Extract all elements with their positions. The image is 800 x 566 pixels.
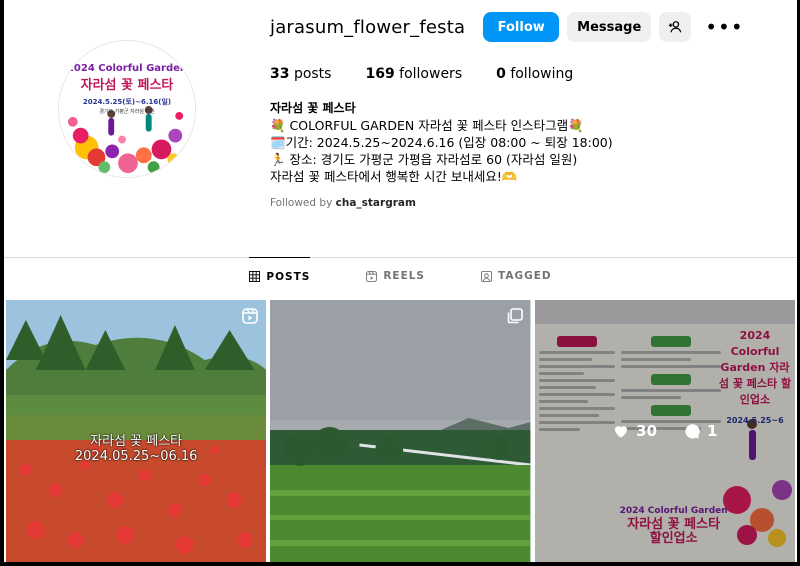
bio-line-4: 자라섬 꽃 페스타에서 행복한 시간 보내세요!🫶 xyxy=(270,169,518,184)
followers-count: 169 xyxy=(365,66,395,82)
comment-icon xyxy=(685,424,700,439)
tagged-icon xyxy=(481,270,492,282)
followed-by-user[interactable]: cha_stargram xyxy=(336,197,416,209)
avatar-title: 2024 Colorful Garden 자라섬 꽃 페스타 2024.5.25… xyxy=(59,63,195,115)
profile-avatar[interactable]: 2024 Colorful Garden 자라섬 꽃 페스타 2024.5.25… xyxy=(58,40,196,178)
tab-reels[interactable]: REELS xyxy=(366,262,425,290)
add-person-icon xyxy=(669,21,682,33)
post-engagement: 30 1 xyxy=(535,422,795,440)
followers-label: followers xyxy=(399,66,463,82)
avatar-line-2: 자라섬 꽃 페스타 xyxy=(80,78,174,93)
bio-line-2: 🗓️기간: 2024.5.25~2024.6.16 (입장 08:00 ~ 퇴장… xyxy=(270,135,613,150)
message-button[interactable]: Message xyxy=(567,12,652,42)
tab-tagged[interactable]: TAGGED xyxy=(481,262,552,290)
tab-posts[interactable]: POSTS xyxy=(249,257,311,290)
post-overlay-text: 자라섬 꽃 페스타 2024.05.25~06.16 xyxy=(6,434,266,464)
carousel-icon xyxy=(507,308,523,324)
heart-icon xyxy=(615,426,628,438)
following-label: following xyxy=(510,66,574,82)
reels-icon xyxy=(366,270,378,282)
more-options-icon[interactable]: ••• xyxy=(705,17,743,37)
grid-icon xyxy=(249,271,261,282)
following-stat[interactable]: 0 following xyxy=(496,66,573,82)
post-tile[interactable]: 2024 Colorful Garden 자라섬 꽃 페스타 할인업소 2024… xyxy=(534,300,795,562)
posts-label: posts xyxy=(293,66,332,82)
avatar-line-3: 2024.5.25(토)~6.16(일) xyxy=(82,98,172,106)
likes-count: 30 xyxy=(636,422,658,440)
post-tile[interactable]: 자라섬 꽃 페스타 2024.05.25~06.16 xyxy=(6,300,267,562)
avatar-line-1: 2024 Colorful Garden xyxy=(66,63,188,74)
post-grid: 자라섬 꽃 페스타 2024.05.25~06.16 2024 Colorful… xyxy=(6,300,795,562)
followed-by[interactable]: Followed by cha_stargram xyxy=(270,197,787,209)
profile-info: jarasum_flower_festa Follow Message ••• … xyxy=(270,12,787,209)
profile-page: 2024 Colorful Garden 자라섬 꽃 페스타 2024.5.25… xyxy=(4,0,797,562)
posts-stat: 33 posts xyxy=(270,66,331,82)
profile-stats: 33 posts 169 followers 0 following xyxy=(270,66,787,82)
following-count: 0 xyxy=(496,66,506,82)
poppy-field-photo xyxy=(6,300,267,562)
followers-stat[interactable]: 169 followers xyxy=(365,66,462,82)
profile-bio: 자라섬 꽃 페스타 💐 COLORFUL GARDEN 자라섬 꽃 페스타 인스… xyxy=(270,100,787,185)
bio-line-3: 🏃 장소: 경기도 가평군 가평읍 자라섬로 60 (자라섬 일원) xyxy=(270,152,578,167)
bio-line-1: 💐 COLORFUL GARDEN 자라섬 꽃 페스타 인스타그램💐 xyxy=(270,118,584,133)
tab-reels-label: REELS xyxy=(383,270,425,282)
profile-header-row: jarasum_flower_festa Follow Message ••• xyxy=(270,12,787,42)
post-tile[interactable] xyxy=(270,300,531,562)
avatar-line-4: 경기도 가평군 자라섬 일원 xyxy=(99,109,155,115)
suggested-users-button[interactable] xyxy=(659,12,692,42)
followed-by-prefix: Followed by xyxy=(270,197,333,209)
tab-tagged-label: TAGGED xyxy=(498,270,552,282)
username: jarasum_flower_festa xyxy=(270,16,466,38)
bio-name: 자라섬 꽃 페스타 xyxy=(270,101,356,115)
posts-count: 33 xyxy=(270,66,290,82)
reel-icon xyxy=(242,308,259,324)
garden-photo xyxy=(270,300,531,562)
tabs-divider xyxy=(4,257,797,258)
tab-posts-label: POSTS xyxy=(266,270,311,283)
overlay-line-2: 2024.05.25~06.16 xyxy=(74,449,198,464)
profile-tabs: POSTS REELS TAGGED xyxy=(4,257,797,290)
overlay-line-1: 자라섬 꽃 페스타 xyxy=(90,434,183,449)
comments-stat: 1 xyxy=(683,422,717,440)
comments-count: 1 xyxy=(707,422,718,440)
follow-button[interactable]: Follow xyxy=(483,12,560,42)
likes-stat: 30 xyxy=(612,422,657,440)
